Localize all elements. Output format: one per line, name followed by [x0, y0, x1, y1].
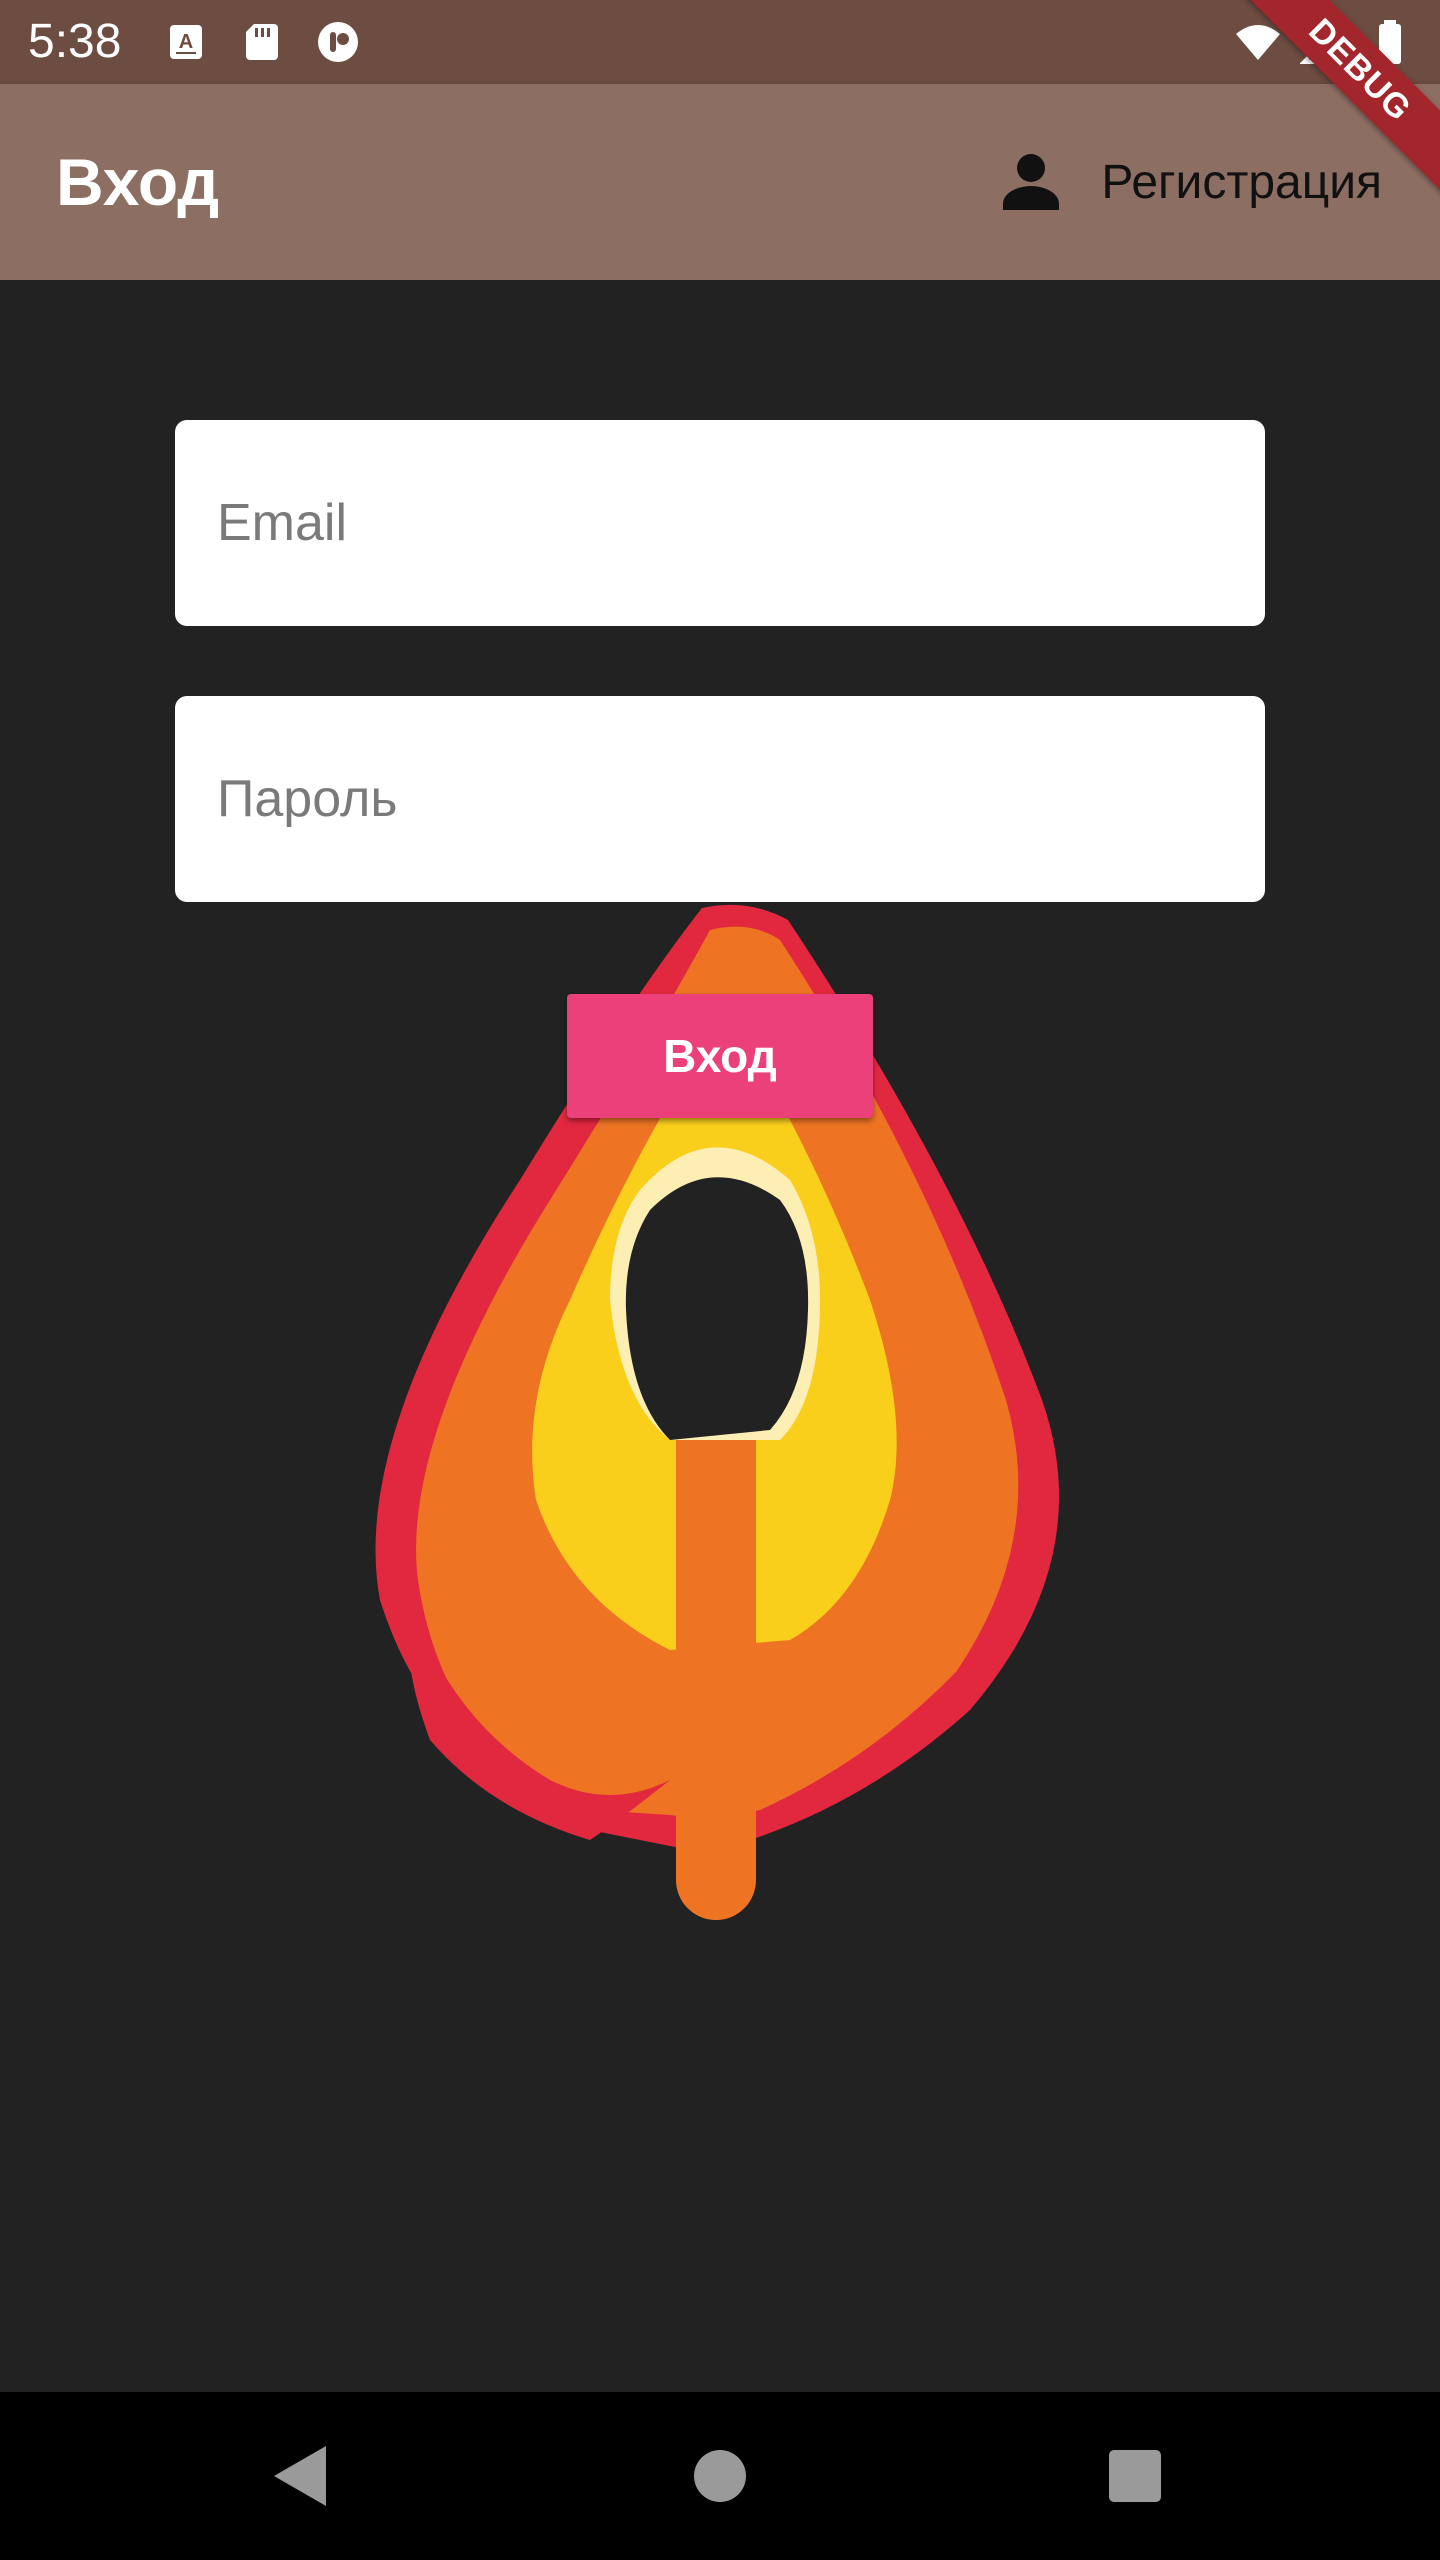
status-time: 5:38	[28, 15, 122, 68]
svg-text:A: A	[179, 31, 193, 53]
email-field[interactable]	[175, 420, 1265, 626]
password-field[interactable]	[175, 696, 1265, 902]
register-label: Регистрация	[1101, 155, 1382, 209]
password-input[interactable]	[175, 696, 1265, 902]
email-input[interactable]	[175, 420, 1265, 626]
login-button[interactable]: Вход	[567, 994, 873, 1118]
app-bar: Вход Регистрация	[0, 84, 1440, 280]
nav-bar	[0, 2392, 1440, 2560]
main-content: Вход	[0, 280, 1440, 2392]
home-icon[interactable]	[670, 2426, 770, 2526]
status-bar: 5:38 A	[0, 0, 1440, 84]
page-title: Вход	[56, 145, 220, 219]
a-keyboard-icon: A	[170, 25, 202, 59]
sd-card-icon	[246, 24, 278, 60]
person-icon	[1003, 154, 1060, 210]
back-icon[interactable]	[250, 2426, 350, 2526]
status-icons-left: A	[162, 18, 362, 66]
app-notification-icon	[318, 22, 358, 62]
recents-icon[interactable]	[1085, 2426, 1185, 2526]
register-button[interactable]: Регистрация	[973, 128, 1404, 236]
